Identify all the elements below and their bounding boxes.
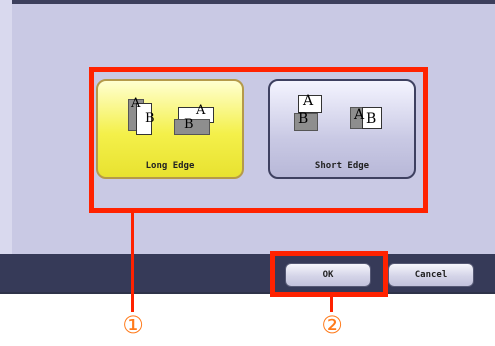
cancel-button[interactable]: Cancel	[388, 263, 474, 287]
options-highlight-box	[89, 67, 428, 213]
callout-number-2: ②	[321, 311, 343, 339]
panel-left-strip	[0, 0, 12, 254]
ok-highlight-box	[270, 251, 388, 297]
callout-1-leader-line	[131, 213, 134, 312]
callout-number-1: ①	[122, 311, 144, 339]
